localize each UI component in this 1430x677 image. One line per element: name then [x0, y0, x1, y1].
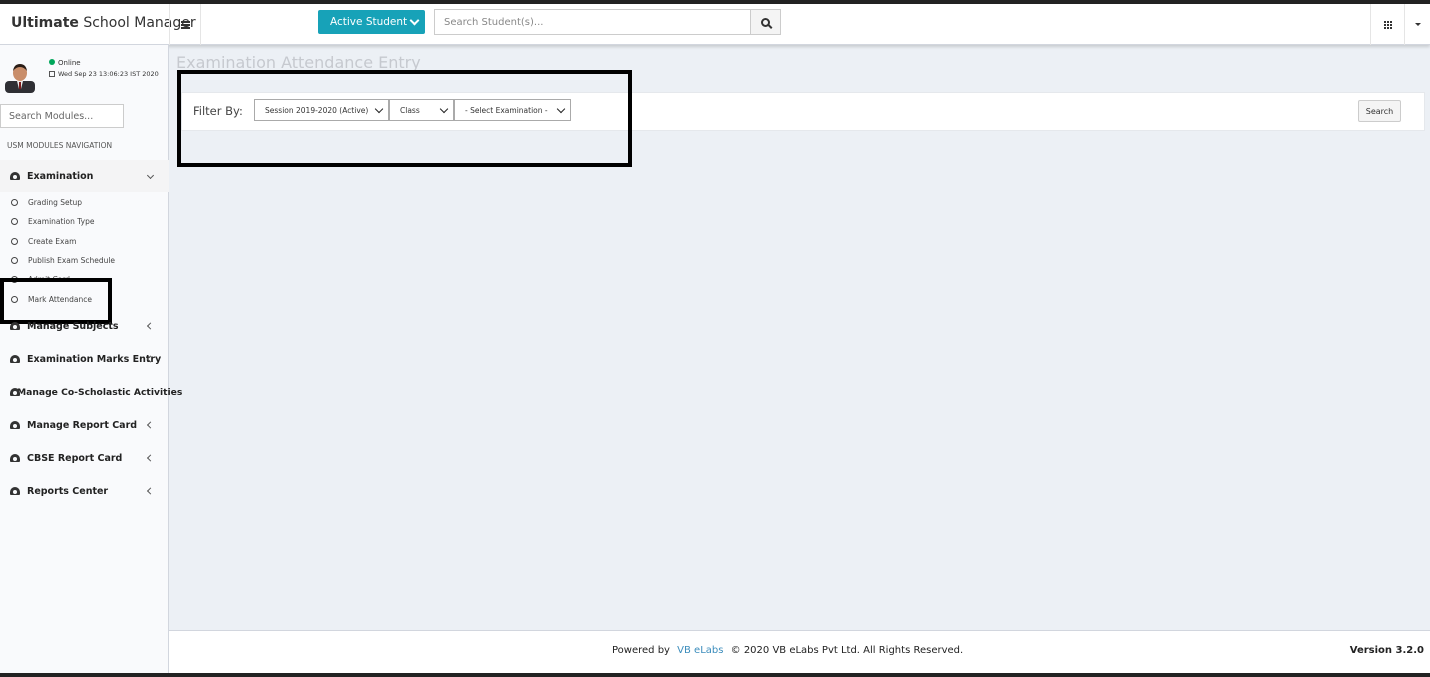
grid-icon	[1383, 20, 1392, 29]
online-status: Online	[49, 59, 81, 67]
active-student-button[interactable]: Active Student	[318, 10, 425, 34]
search-icon	[761, 17, 770, 27]
filter-search-button[interactable]: Search	[1358, 100, 1401, 122]
sidebar-item-examination[interactable]: Examination	[0, 160, 169, 192]
highlight-box-filter	[177, 70, 632, 167]
dashboard-icon	[10, 322, 20, 330]
chevron-left-icon	[146, 454, 155, 462]
sidebar-subitem-create-exam[interactable]: Create Exam	[0, 232, 169, 251]
apps-grid-button[interactable]	[1370, 4, 1405, 45]
circle-icon	[11, 238, 18, 245]
brand-bold: Ultimate	[11, 15, 79, 31]
sidebar-item-reports-center[interactable]: Reports Center	[0, 477, 169, 505]
student-search-button[interactable]	[750, 9, 781, 35]
sidebar-item-cbse-report-card[interactable]: CBSE Report Card	[0, 444, 169, 472]
student-search-input[interactable]	[434, 9, 751, 35]
circle-icon	[11, 218, 18, 225]
app-brand[interactable]: Ultimate School Manager	[0, 4, 196, 45]
chevron-left-icon	[146, 487, 155, 495]
sidebar-item-examination-marks-entry[interactable]: Examination Marks Entry	[0, 345, 169, 373]
user-panel: Online Wed Sep 23 13:06:23 IST 2020	[0, 45, 169, 99]
current-datetime: Wed Sep 23 13:06:23 IST 2020	[49, 70, 159, 78]
sidebar: Online Wed Sep 23 13:06:23 IST 2020 USM …	[0, 45, 182, 673]
nav-header: USM MODULES NAVIGATION	[7, 141, 113, 150]
version-label: Version 3.2.0	[1349, 645, 1424, 656]
window-bottom-edge	[0, 673, 1430, 677]
chevron-left-icon	[146, 421, 155, 429]
chevron-down-icon	[146, 171, 155, 180]
calendar-icon	[49, 71, 55, 77]
online-dot-icon	[49, 59, 55, 65]
sidebar-item-manage-subjects[interactable]: Manage Subjects	[0, 312, 169, 340]
circle-icon	[11, 257, 18, 264]
sidebar-subitem-publish-exam-schedule[interactable]: Publish Exam Schedule	[0, 251, 169, 270]
dashboard-icon	[10, 172, 20, 180]
dashboard-icon	[10, 454, 20, 462]
chevron-left-icon	[146, 322, 155, 330]
module-search-input[interactable]	[0, 104, 124, 128]
avatar	[5, 64, 35, 93]
chevron-down-icon[interactable]	[403, 10, 425, 34]
sidebar-subitem-examination-type[interactable]: Examination Type	[0, 212, 169, 231]
dashboard-icon	[10, 355, 20, 363]
footer: Powered by VB eLabs © 2020 VB eLabs Pvt …	[169, 630, 1430, 673]
caret-down-icon	[1414, 23, 1421, 26]
sidebar-subitem-grading-setup[interactable]: Grading Setup	[0, 193, 169, 212]
footer-company-link[interactable]: VB eLabs	[677, 645, 723, 656]
footer-text: Powered by VB eLabs © 2020 VB eLabs Pvt …	[612, 645, 964, 656]
sidebar-item-manage-report-card[interactable]: Manage Report Card	[0, 411, 169, 439]
user-menu-dropdown[interactable]	[1405, 4, 1430, 45]
sidebar-toggle-button[interactable]	[169, 4, 201, 45]
circle-icon	[11, 199, 18, 206]
active-student-label: Active Student	[330, 16, 408, 28]
top-header: Ultimate School Manager Active Student	[0, 4, 1430, 45]
dashboard-icon	[10, 421, 20, 429]
hamburger-icon	[180, 20, 190, 29]
sidebar-item-manage-co-scholastic[interactable]: Manage Co-Scholastic Activities	[0, 378, 182, 406]
dashboard-icon	[10, 487, 20, 495]
